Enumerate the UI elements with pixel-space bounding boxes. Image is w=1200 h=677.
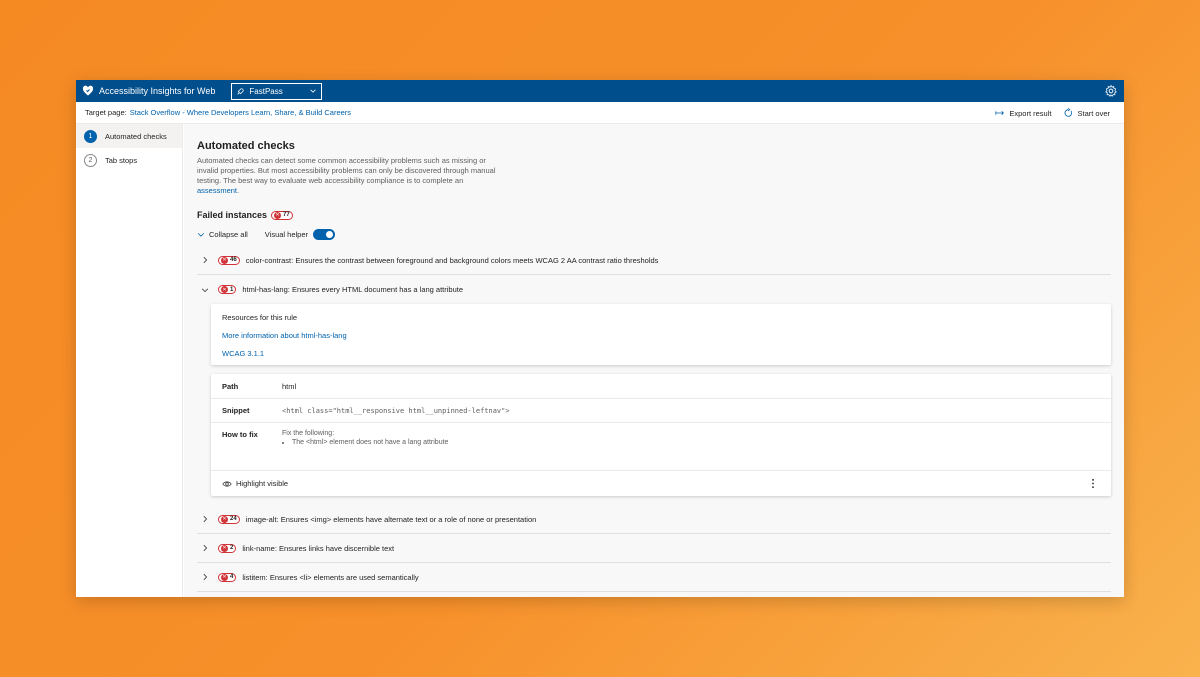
step-number: 1 xyxy=(84,129,97,143)
failed-count-badge: ✕ 77 xyxy=(271,210,293,220)
accessibility-insights-logo-icon xyxy=(82,85,94,96)
error-icon: ✕ xyxy=(221,256,228,264)
rule-row-link-name[interactable]: ✕ 2 link-name: Ensures links have discern… xyxy=(197,534,1111,563)
rule-text: Ensures the contrast between foreground … xyxy=(295,255,659,265)
visual-helper-label: Visual helper xyxy=(264,230,309,239)
sidebar-item-label: Automated checks xyxy=(105,131,167,141)
path-row: Path html xyxy=(211,374,1111,399)
eye-icon xyxy=(222,480,232,487)
error-icon: ✕ xyxy=(221,544,228,552)
instance-count-badge: ✕ 46 xyxy=(218,255,240,265)
rule-row-html-has-lang[interactable]: ✕ 1 html-has-lang: Ensures every HTML doc… xyxy=(197,275,1111,304)
export-icon xyxy=(995,111,1005,115)
chevron-down-icon xyxy=(310,89,317,93)
how-to-fix-row: How to fix Fix the following: The <html>… xyxy=(211,423,1111,471)
title-bar: Accessibility Insights for Web FastPass xyxy=(76,80,1124,102)
target-bar: Target page: Stack Overflow - Where Deve… xyxy=(76,102,1124,124)
more-info-link[interactable]: More information about html-has-lang xyxy=(222,331,1100,340)
instance-count-badge: ✕ 2 xyxy=(218,543,237,553)
snippet-row: Snippet <html class="html__responsive ht… xyxy=(211,399,1111,423)
rocket-icon xyxy=(237,87,245,95)
instance-count-badge: ✕ 1 xyxy=(218,285,237,294)
rule-id: html-has-lang: xyxy=(242,285,290,294)
instance-details-card: Path html Snippet <html class="html__res… xyxy=(211,374,1111,496)
snippet-value: <html class="html__responsive html__unpi… xyxy=(282,406,510,415)
gear-icon[interactable] xyxy=(1104,84,1118,98)
rule-id: color-contrast: xyxy=(245,255,294,265)
rule-row-color-contrast[interactable]: ✕ 46 color-contrast: Ensures the contrast… xyxy=(197,246,1111,275)
rule-row-image-alt[interactable]: ✕ 24 image-alt: Ensures <img> elements ha… xyxy=(197,505,1111,534)
how-to-fix-intro: Fix the following: xyxy=(282,430,335,437)
chevron-down-icon[interactable] xyxy=(201,286,209,294)
rule-text: Ensures <img> elements have alternate te… xyxy=(280,514,537,524)
instance-count-badge: ✕ 24 xyxy=(218,514,240,524)
sidebar-item-label: Tab stops xyxy=(105,155,138,165)
rule-text: Ensures every HTML document has a lang a… xyxy=(291,285,464,294)
main-content: Automated checks Automated checks can de… xyxy=(184,124,1124,597)
highlight-visible-status: Highlight visible xyxy=(211,471,1111,496)
instance-count-badge: ✕ 4 xyxy=(218,572,237,582)
app-window: Accessibility Insights for Web FastPass … xyxy=(76,80,1124,597)
page-description: Automated checks can detect some common … xyxy=(197,156,496,195)
rule-id: listitem: xyxy=(242,572,268,582)
rule-id: image-alt: xyxy=(245,514,279,524)
mode-dropdown-label: FastPass xyxy=(249,86,283,96)
app-title: Accessibility Insights for Web xyxy=(99,86,216,96)
mode-dropdown[interactable]: FastPass xyxy=(231,82,323,100)
resources-title: Resources for this rule xyxy=(222,313,298,322)
error-icon: ✕ xyxy=(221,515,228,523)
target-page-label: Target page: xyxy=(85,108,127,117)
resources-card: Resources for this rule More information… xyxy=(211,304,1111,365)
failed-instances-heading: Failed instances ✕ 77 xyxy=(197,210,1111,220)
chevron-right-icon[interactable] xyxy=(201,573,209,581)
sidebar-item-automated-checks[interactable]: 1 Automated checks xyxy=(76,124,182,148)
chevron-right-icon[interactable] xyxy=(201,256,209,264)
page-title: Automated checks xyxy=(197,140,295,152)
rule-text: Ensures links have discernible text xyxy=(279,543,395,553)
more-options-icon[interactable] xyxy=(1091,478,1095,489)
sidebar-item-tab-stops[interactable]: 2 Tab stops xyxy=(76,148,182,172)
path-value: html xyxy=(282,381,297,391)
step-number: 2 xyxy=(84,153,97,167)
rule-text: Ensures <li> elements are used semantica… xyxy=(269,572,419,582)
refresh-icon xyxy=(1065,108,1073,117)
chevron-right-icon[interactable] xyxy=(201,544,209,552)
assessment-link[interactable]: assessment xyxy=(197,186,237,195)
error-icon: ✕ xyxy=(221,286,228,293)
rule-row-listitem[interactable]: ✕ 4 listitem: Ensures <li> elements are u… xyxy=(197,563,1111,592)
chevron-right-icon[interactable] xyxy=(201,515,209,523)
error-icon: ✕ xyxy=(274,211,282,219)
collapse-all-button[interactable]: Collapse all xyxy=(197,230,248,239)
how-to-fix-item: The <html> element does not have a lang … xyxy=(292,439,448,446)
start-over-button[interactable]: Start over xyxy=(1063,108,1110,118)
export-result-button[interactable]: Export result xyxy=(995,108,1051,118)
sidebar: 1 Automated checks 2 Tab stops xyxy=(76,124,183,597)
rule-id: link-name: xyxy=(242,543,277,553)
wcag-link[interactable]: WCAG 3.1.1 xyxy=(222,349,1100,358)
chevron-down-icon xyxy=(197,232,205,237)
visual-helper-toggle[interactable] xyxy=(313,229,336,240)
error-icon: ✕ xyxy=(221,573,228,581)
target-page-link[interactable]: Stack Overflow - Where Developers Learn,… xyxy=(130,108,351,117)
